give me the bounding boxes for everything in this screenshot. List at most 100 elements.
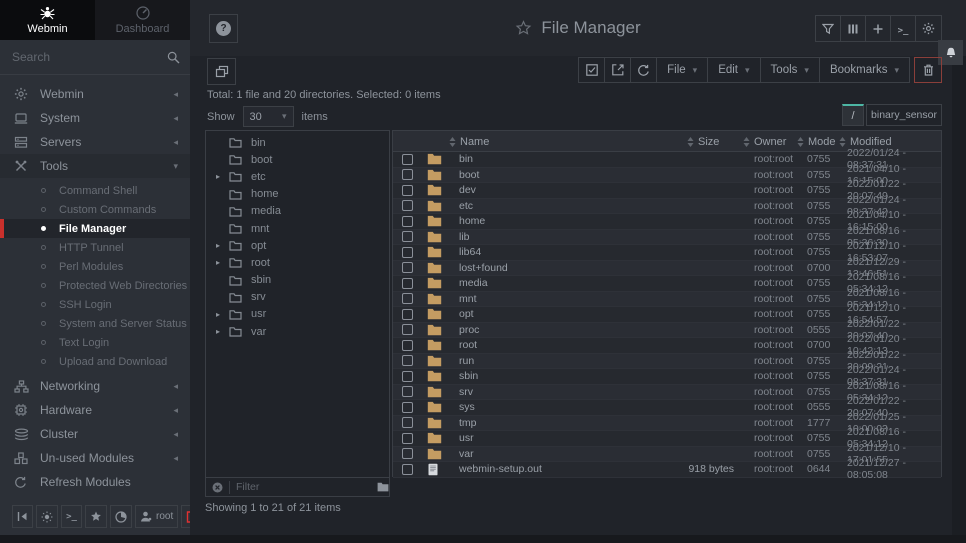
row-checkbox[interactable] <box>402 261 413 276</box>
sidebar-item-file-manager[interactable]: File Manager <box>0 219 190 238</box>
open-button[interactable] <box>605 58 631 82</box>
trash-button[interactable] <box>914 57 942 83</box>
help-button[interactable]: ? <box>209 14 238 43</box>
file-name[interactable]: mnt <box>459 292 477 307</box>
favorites-button[interactable] <box>85 505 107 528</box>
file-name[interactable]: opt <box>459 307 474 322</box>
menu-bookmarks[interactable]: Bookmarks▾ <box>820 58 909 82</box>
tree-item-home[interactable]: home <box>206 186 389 203</box>
table-row-webmin-setup-out[interactable]: webmin-setup.out918 bytesroot:root064420… <box>393 462 941 478</box>
row-checkbox[interactable] <box>402 416 413 431</box>
language-button[interactable] <box>110 505 132 528</box>
file-name[interactable]: srv <box>459 385 473 400</box>
file-name[interactable]: run <box>459 354 474 369</box>
file-name[interactable]: lib64 <box>459 245 481 260</box>
sidebar-item-ssh-login[interactable]: SSH Login <box>0 295 190 314</box>
menu-edit[interactable]: Edit▾ <box>708 58 760 82</box>
row-checkbox[interactable] <box>402 323 413 338</box>
path-search-input[interactable] <box>866 104 942 126</box>
row-checkbox[interactable] <box>402 230 413 245</box>
row-checkbox[interactable] <box>402 369 413 384</box>
row-checkbox[interactable] <box>402 447 413 462</box>
row-checkbox[interactable] <box>402 431 413 446</box>
tree-item-mnt[interactable]: mnt <box>206 220 389 237</box>
file-name[interactable]: usr <box>459 431 474 446</box>
star-outline-icon[interactable] <box>515 20 532 36</box>
file-name[interactable]: var <box>459 447 474 462</box>
sidebar-item-upload-and-download[interactable]: Upload and Download <box>0 352 190 371</box>
column-header-mode[interactable]: Mode <box>797 131 836 152</box>
file-name[interactable]: lib <box>459 230 470 245</box>
file-name[interactable]: tmp <box>459 416 477 431</box>
sidebar-item-command-shell[interactable]: Command Shell <box>0 181 190 200</box>
expand-caret-icon[interactable]: ▸ <box>216 258 229 267</box>
tree-item-srv[interactable]: srv <box>206 289 389 306</box>
row-checkbox[interactable] <box>402 462 413 477</box>
search-input[interactable] <box>12 50 167 64</box>
row-checkbox[interactable] <box>402 245 413 260</box>
file-name[interactable]: sbin <box>459 369 478 384</box>
tree-item-etc[interactable]: ▸etc <box>206 168 389 185</box>
refresh-button[interactable] <box>631 58 657 82</box>
tree-item-opt[interactable]: ▸opt <box>206 237 389 254</box>
file-name[interactable]: root <box>459 338 477 353</box>
sidebar-item-protected-web-directories[interactable]: Protected Web Directories <box>0 276 190 295</box>
row-checkbox[interactable] <box>402 183 413 198</box>
file-name[interactable]: webmin-setup.out <box>459 462 542 477</box>
copy-panes-button[interactable] <box>207 58 236 85</box>
tab-dashboard[interactable]: Dashboard <box>95 0 190 40</box>
sidebar-item-networking[interactable]: Networking◂ <box>0 374 190 398</box>
tab-webmin[interactable]: Webmin <box>0 0 95 40</box>
expand-caret-icon[interactable]: ▸ <box>216 310 229 319</box>
file-name[interactable]: etc <box>459 199 473 214</box>
row-checkbox[interactable] <box>402 354 413 369</box>
tree-item-media[interactable]: media <box>206 203 389 220</box>
theme-button[interactable] <box>36 505 58 528</box>
file-name[interactable]: proc <box>459 323 479 338</box>
row-checkbox[interactable] <box>402 168 413 183</box>
path-root-button[interactable]: / <box>842 104 864 126</box>
sidebar-item-hardware[interactable]: Hardware◂ <box>0 398 190 422</box>
row-checkbox[interactable] <box>402 400 413 415</box>
file-name[interactable]: home <box>459 214 485 229</box>
folder-select-icon[interactable] <box>377 482 389 492</box>
file-name[interactable]: lost+found <box>459 261 508 276</box>
row-checkbox[interactable] <box>402 385 413 400</box>
menu-file[interactable]: File▾ <box>657 58 708 82</box>
sidebar-item-tools[interactable]: Tools▾ <box>0 154 190 178</box>
filter-button[interactable] <box>816 16 841 41</box>
sidebar-item-custom-commands[interactable]: Custom Commands <box>0 200 190 219</box>
row-checkbox[interactable] <box>402 276 413 291</box>
tree-item-var[interactable]: ▸var <box>206 323 389 340</box>
tree-item-sbin[interactable]: sbin <box>206 272 389 289</box>
sidebar-item-refresh-modules[interactable]: Refresh Modules <box>0 470 190 494</box>
row-checkbox[interactable] <box>402 152 413 167</box>
terminal-button[interactable]: >_ <box>61 505 82 528</box>
terminal-button[interactable]: >_ <box>891 16 916 41</box>
expand-caret-icon[interactable]: ▸ <box>216 241 229 250</box>
file-name[interactable]: media <box>459 276 488 291</box>
tree-item-bin[interactable]: bin <box>206 134 389 151</box>
row-checkbox[interactable] <box>402 214 413 229</box>
menu-tools[interactable]: Tools▾ <box>761 58 820 82</box>
tree-item-boot[interactable]: boot <box>206 151 389 168</box>
sidebar-item-system-and-server-status[interactable]: System and Server Status <box>0 314 190 333</box>
column-header-name[interactable]: Name <box>449 131 489 152</box>
expand-caret-icon[interactable]: ▸ <box>216 172 229 181</box>
logout-button[interactable] <box>181 505 190 528</box>
tree-filter-input[interactable] <box>229 481 371 494</box>
user-button[interactable]: root <box>135 505 178 528</box>
sidebar-item-cluster[interactable]: Cluster◂ <box>0 422 190 446</box>
sidebar-item-perl-modules[interactable]: Perl Modules <box>0 257 190 276</box>
file-name[interactable]: bin <box>459 152 473 167</box>
file-name[interactable]: sys <box>459 400 475 415</box>
page-size-select[interactable]: 30 ▾ <box>243 106 294 127</box>
row-checkbox[interactable] <box>402 307 413 322</box>
sidebar-item-text-login[interactable]: Text Login <box>0 333 190 352</box>
row-checkbox[interactable] <box>402 292 413 307</box>
sidebar-item-un-used-modules[interactable]: Un-used Modules◂ <box>0 446 190 470</box>
select-all-button[interactable] <box>579 58 605 82</box>
sidebar-item-webmin[interactable]: Webmin◂ <box>0 82 190 106</box>
column-header-size[interactable]: Size <box>687 131 719 152</box>
sidebar-item-http-tunnel[interactable]: HTTP Tunnel <box>0 238 190 257</box>
